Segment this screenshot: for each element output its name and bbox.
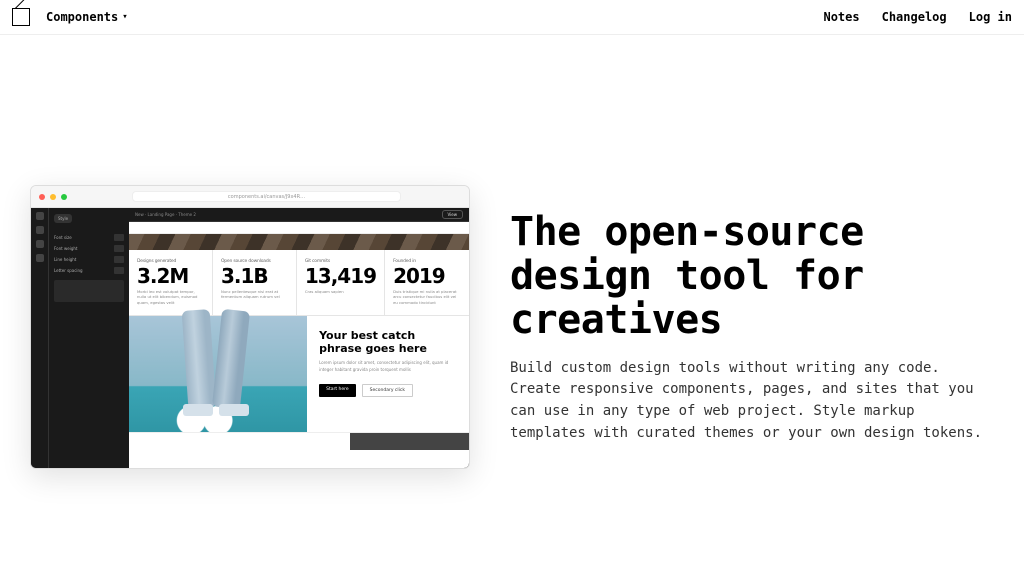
logo-icon[interactable] — [12, 8, 30, 26]
canvas-topbar: New · Landing Page · Theme 2 View — [129, 208, 469, 222]
sidebar-stepper — [114, 245, 124, 252]
tool-rail — [31, 208, 49, 468]
sidebar-stepper — [114, 234, 124, 241]
sidebar-field-label: Font weight — [54, 246, 77, 251]
stat-desc: Nunc pellentesque nisl erat at fermentum… — [221, 289, 288, 300]
stat-card: Founded in 2019 Duis tristique mi nulla … — [385, 250, 469, 315]
sidebar-field-label: Letter spacing — [54, 268, 83, 273]
catch-heading: Your best catch phrase goes here — [319, 330, 457, 355]
browser-chrome: components.ai/canvas/J9x4R… — [31, 186, 469, 208]
page-nav-mock — [129, 222, 469, 234]
stat-desc: Cras aliquam sapien — [305, 289, 376, 294]
stat-card: Open source downloads 3.1B Nunc pellente… — [213, 250, 297, 315]
stat-value: 3.2M — [137, 266, 204, 286]
hero-body: Build custom design tools without writin… — [510, 358, 994, 445]
nav-components-label: Components — [46, 10, 118, 24]
stat-value: 3.1B — [221, 266, 288, 286]
stat-card: Designs generated 3.2M Morbi leo est vol… — [129, 250, 213, 315]
page-banner-image — [129, 234, 469, 250]
rail-icon — [36, 226, 44, 234]
components-dropdown[interactable]: Components ▾ — [46, 10, 128, 24]
address-bar: components.ai/canvas/J9x4R… — [132, 191, 401, 202]
stat-card: Git commits 13,419 Cras aliquam sapien — [297, 250, 385, 315]
nav-login-link[interactable]: Log in — [969, 10, 1012, 24]
sidebar-field-label: Line height — [54, 257, 76, 262]
sidebar-textarea — [54, 280, 124, 302]
nav-notes-link[interactable]: Notes — [823, 10, 859, 24]
window-close-icon — [39, 194, 45, 200]
nav-changelog-link[interactable]: Changelog — [882, 10, 947, 24]
hero-heading: The open-source design tool for creative… — [510, 210, 994, 342]
catch-primary-button: Start here — [319, 384, 356, 397]
stat-desc: Morbi leo est volutpat tempor, nulla ut … — [137, 289, 204, 305]
rail-icon — [36, 254, 44, 262]
inspector-sidebar: Style Font size Font weight Line height … — [49, 208, 129, 468]
sidebar-tab: Style — [54, 214, 72, 223]
stat-desc: Duis tristique mi nulla at placerat arcu… — [393, 289, 461, 305]
rail-icon — [36, 212, 44, 220]
stat-value: 13,419 — [305, 266, 376, 286]
catch-secondary-button: Secondary click — [362, 384, 413, 397]
catch-body: Lorem ipsum dolor sit amet, consectetur … — [319, 360, 457, 374]
sidebar-stepper — [114, 256, 124, 263]
view-button: View — [442, 210, 464, 219]
canvas-breadcrumb: New · Landing Page · Theme 2 — [135, 212, 196, 217]
chevron-down-icon: ▾ — [122, 12, 127, 22]
hero-photo-mock — [129, 316, 307, 432]
sidebar-stepper — [114, 267, 124, 274]
stat-value: 2019 — [393, 266, 461, 286]
hero-screenshot: components.ai/canvas/J9x4R… Style Font s… — [30, 185, 470, 469]
page-footer-strip — [129, 432, 469, 450]
sidebar-field-label: Font size — [54, 235, 72, 240]
rail-icon — [36, 240, 44, 248]
design-canvas-page: Designs generated 3.2M Morbi leo est vol… — [129, 222, 469, 468]
window-zoom-icon — [61, 194, 67, 200]
window-minimize-icon — [50, 194, 56, 200]
